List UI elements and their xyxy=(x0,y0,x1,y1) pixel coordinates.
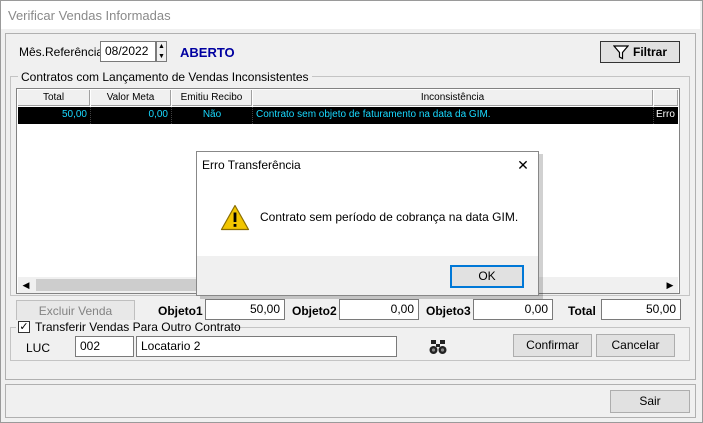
locatario-input[interactable]: Locatario 2 xyxy=(136,336,397,357)
col-header-emitiu-recibo[interactable]: Emitiu Recibo xyxy=(172,90,252,106)
transfer-group-header: ✓ Transferir Vendas Para Outro Contrato xyxy=(16,320,241,334)
table-row[interactable]: 50,00 0,00 Não Contrato sem objeto de fa… xyxy=(18,107,678,124)
error-dialog: Erro Transferência ✕ Contrato sem períod… xyxy=(196,151,539,296)
spin-down-icon[interactable]: ▼ xyxy=(157,52,166,61)
total-label: Total xyxy=(568,304,596,318)
transfer-group-title: Transferir Vendas Para Outro Contrato xyxy=(35,320,241,334)
dialog-message: Contrato sem período de cobrança na data… xyxy=(260,210,519,224)
objeto1-label: Objeto1 xyxy=(158,304,203,318)
dialog-titlebar[interactable]: Erro Transferência ✕ xyxy=(197,152,538,178)
total-field[interactable]: 50,00 xyxy=(601,299,681,320)
luc-label: LUC xyxy=(26,341,51,355)
dialog-footer: OK xyxy=(197,256,538,295)
binoculars-search-button[interactable] xyxy=(427,337,449,357)
funnel-icon xyxy=(613,45,629,60)
dialog-body: Contrato sem período de cobrança na data… xyxy=(197,178,538,256)
objeto3-field[interactable]: 0,00 xyxy=(473,299,553,320)
cell-extra[interactable]: Erro xyxy=(654,107,678,124)
contracts-group-title: Contratos com Lançamento de Vendas Incon… xyxy=(18,70,312,84)
scroll-left-icon[interactable]: ◀ xyxy=(18,277,34,293)
confirmar-button[interactable]: Confirmar xyxy=(513,334,592,357)
dialog-title: Erro Transferência xyxy=(202,158,301,172)
scroll-right-icon[interactable]: ▶ xyxy=(662,277,678,293)
col-header-total[interactable]: Total xyxy=(18,90,90,106)
objeto2-field[interactable]: 0,00 xyxy=(339,299,419,320)
sair-button[interactable]: Sair xyxy=(610,390,690,413)
warning-icon xyxy=(220,204,250,231)
objeto3-label: Objeto3 xyxy=(426,304,471,318)
filter-button-label: Filtrar xyxy=(633,45,668,59)
transfer-checkbox[interactable]: ✓ xyxy=(18,321,30,333)
mes-spinner[interactable]: ▲ ▼ xyxy=(156,41,167,62)
col-header-extra[interactable] xyxy=(654,90,678,106)
filter-button[interactable]: Filtrar xyxy=(600,41,680,63)
luc-input[interactable]: 002 xyxy=(75,336,134,357)
cell-inconsistencia[interactable]: Contrato sem objeto de faturamento na da… xyxy=(253,107,654,124)
objeto2-label: Objeto2 xyxy=(292,304,337,318)
cell-emitiu-recibo[interactable]: Não xyxy=(172,107,253,124)
dialog-close-icon[interactable]: ✕ xyxy=(513,155,533,175)
mes-referencia-label: Mês.Referência xyxy=(19,45,104,59)
mes-referencia-input[interactable]: 08/2022 xyxy=(100,41,156,62)
ok-button[interactable]: OK xyxy=(450,265,524,288)
spin-up-icon[interactable]: ▲ xyxy=(157,42,166,52)
status-label: ABERTO xyxy=(180,45,235,60)
objeto1-field[interactable]: 50,00 xyxy=(205,299,285,320)
binoculars-icon xyxy=(429,340,447,354)
window-title: Verificar Vendas Informadas xyxy=(1,1,700,29)
cell-total[interactable]: 50,00 xyxy=(18,107,91,124)
cancelar-button[interactable]: Cancelar xyxy=(596,334,675,357)
col-header-valor-meta[interactable]: Valor Meta xyxy=(91,90,171,106)
cell-valor-meta[interactable]: 0,00 xyxy=(91,107,172,124)
bottom-panel xyxy=(5,384,696,418)
col-header-inconsistencia[interactable]: Inconsistência xyxy=(253,90,653,106)
